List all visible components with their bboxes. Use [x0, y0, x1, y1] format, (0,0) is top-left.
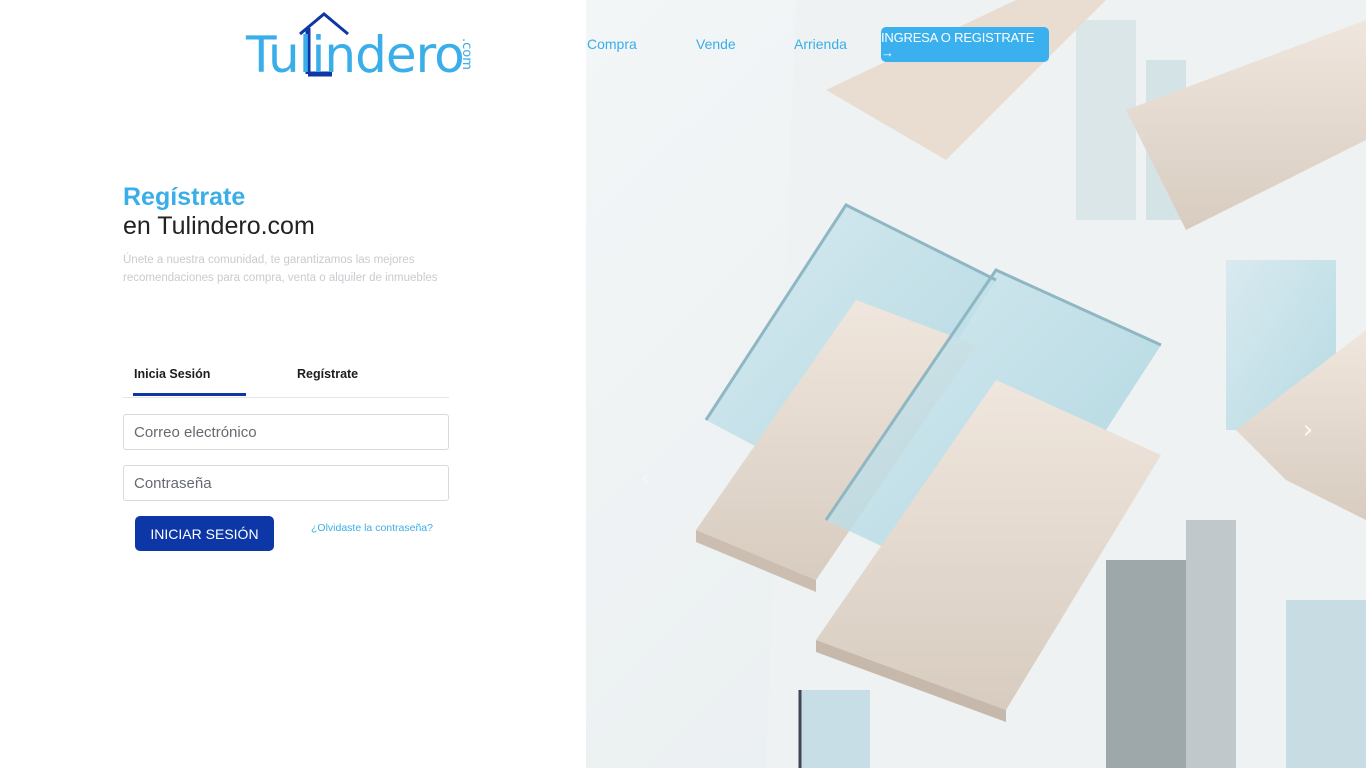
logo-text: Tulindero	[246, 26, 465, 84]
tab-register[interactable]: Regístrate	[297, 367, 358, 381]
nav-link-vende[interactable]: Vende	[696, 36, 736, 52]
nav-link-compra[interactable]: Compra	[587, 36, 637, 52]
active-tab-indicator	[133, 393, 246, 396]
page-title-highlight: Regístrate	[123, 183, 246, 211]
nav-link-arrienda[interactable]: Arrienda	[794, 36, 847, 52]
forgot-password-link[interactable]: ¿Olvidaste la contraseña?	[311, 522, 433, 534]
login-button[interactable]: INICIAR SESIÓN	[135, 516, 274, 551]
login-register-button[interactable]: INGRESA O REGISTRATE →	[881, 27, 1049, 62]
email-field[interactable]	[123, 414, 449, 450]
intro-text: Únete a nuestra comunidad, te garantizam…	[123, 254, 438, 284]
password-field[interactable]	[123, 465, 449, 501]
page-title: en Tulindero.com	[123, 212, 315, 240]
logo-suffix: .com	[459, 38, 474, 70]
hero-image: ‹ ›	[586, 0, 1366, 768]
auth-tabs: Inicia Sesión Regístrate	[123, 360, 449, 398]
tab-login[interactable]: Inicia Sesión	[134, 367, 210, 381]
carousel-next-icon[interactable]: ›	[1294, 415, 1322, 445]
carousel-prev-icon[interactable]: ‹	[632, 463, 660, 493]
building-illustration	[586, 0, 1366, 768]
brand-logo[interactable]: Tulindero .com	[246, 12, 496, 82]
